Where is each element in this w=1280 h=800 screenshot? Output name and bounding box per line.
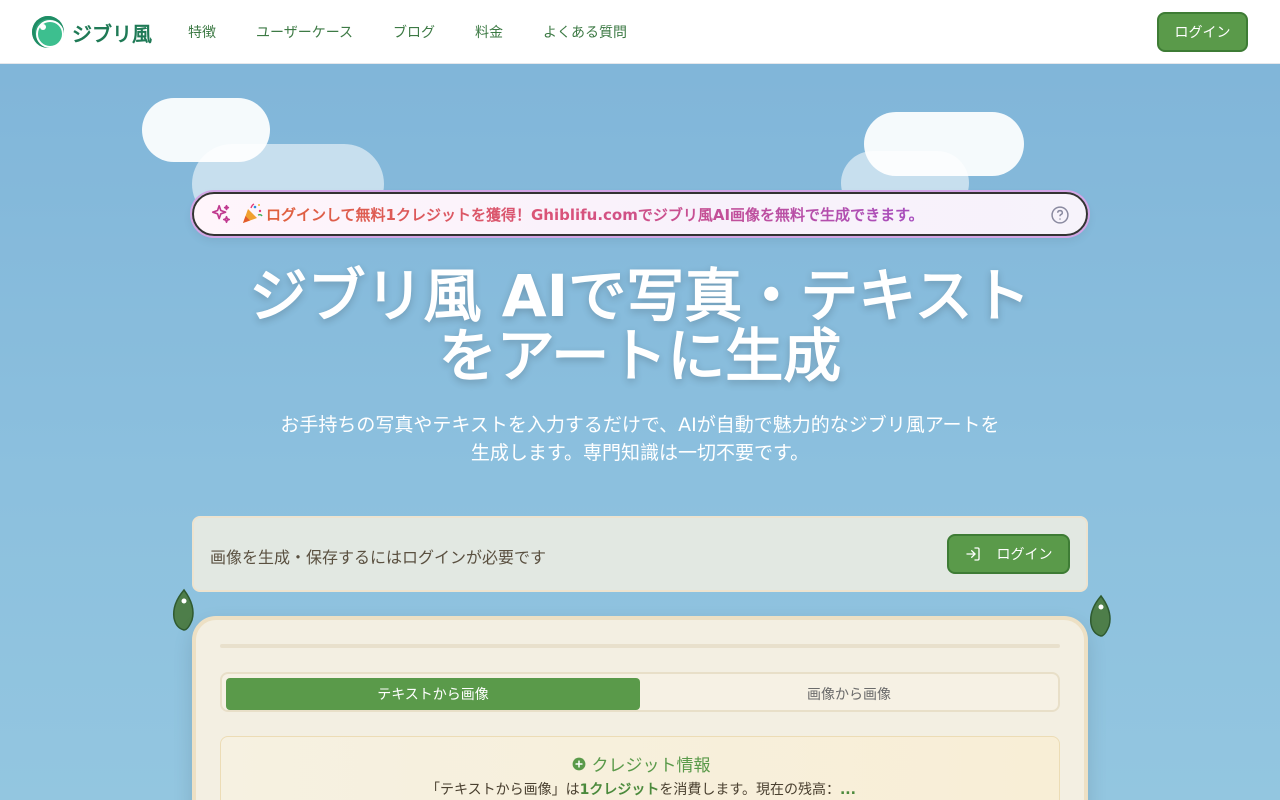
credit-title-text: クレジット情報 bbox=[591, 756, 711, 776]
credit-info-title: クレジット情報 bbox=[221, 751, 1061, 776]
hero-title-line1: ジブリ風 AIで写真・テキスト bbox=[249, 262, 1031, 330]
leaf-right-decoration bbox=[1089, 594, 1111, 637]
notice-login-button[interactable]: ログイン bbox=[947, 534, 1070, 574]
nav-item-pricing[interactable]: 料金 bbox=[475, 22, 503, 42]
hero-subtitle-line2: 生成します。専門知識は一切不要です。 bbox=[470, 442, 810, 464]
hero-subtitle-line1: お手持ちの写真やテキストを入力するだけで、AIが自動で魅力的なジブリ風アートを bbox=[280, 414, 1000, 436]
credit-desc-prefix: 「テキストから画像」は bbox=[426, 782, 580, 798]
announcement-text: ログインして無料1クレジットを獲得！Ghiblifu.comでジブリ風AI画像を… bbox=[266, 205, 924, 224]
logo-icon bbox=[32, 16, 64, 48]
sparkle-icon bbox=[211, 204, 231, 224]
brand-name: ジブリ風 bbox=[72, 21, 152, 46]
nav-item-blog[interactable]: ブログ bbox=[393, 22, 435, 42]
header-login-button[interactable]: ログイン bbox=[1157, 12, 1248, 52]
login-required-notice: 画像を生成・保存するにはログインが必要です ログイン bbox=[192, 516, 1088, 592]
credit-desc-suffix: を消費します。現在の残高： bbox=[659, 782, 840, 798]
nav-item-faq[interactable]: よくある質問 bbox=[543, 22, 627, 42]
credit-description: 「テキストから画像」は1クレジットを消費します。現在の残高：... bbox=[221, 779, 1061, 799]
tab-image-to-image[interactable]: 画像から画像 bbox=[642, 678, 1056, 710]
notice-login-label: ログイン bbox=[996, 547, 1053, 563]
brand-logo[interactable]: ジブリ風 bbox=[32, 16, 152, 48]
main-nav: 特徴 ユーザーケース ブログ 料金 よくある質問 bbox=[188, 0, 667, 64]
card-divider bbox=[220, 644, 1060, 648]
party-popper-icon bbox=[243, 203, 263, 223]
generator-card: テキストから画像 画像から画像 クレジット情報 「テキストから画像」は1クレジッ… bbox=[192, 616, 1088, 800]
mode-tabs: テキストから画像 画像から画像 bbox=[220, 672, 1060, 712]
nav-item-use-cases[interactable]: ユーザーケース bbox=[256, 22, 353, 42]
leaf-left-decoration bbox=[172, 588, 194, 631]
hero-title-line2: をアートに生成 bbox=[438, 322, 842, 390]
login-arrow-icon bbox=[965, 547, 980, 561]
credit-cost: 1クレジット bbox=[579, 782, 660, 798]
site-header: ジブリ風 特徴 ユーザーケース ブログ 料金 よくある質問 ログイン bbox=[0, 0, 1280, 64]
plus-circle-icon bbox=[572, 757, 585, 770]
tab-text-to-image[interactable]: テキストから画像 bbox=[226, 678, 640, 710]
hero-subtitle: お手持ちの写真やテキストを入力するだけで、AIが自動で魅力的なジブリ風アートを … bbox=[240, 411, 1040, 467]
credit-balance: ... bbox=[839, 782, 856, 798]
help-icon[interactable] bbox=[1050, 205, 1070, 225]
hero-title: ジブリ風 AIで写真・テキスト をアートに生成 bbox=[200, 266, 1080, 386]
announcement-banner: ログインして無料1クレジットを獲得！Ghiblifu.comでジブリ風AI画像を… bbox=[192, 192, 1088, 236]
credit-info-panel: クレジット情報 「テキストから画像」は1クレジットを消費します。現在の残高：..… bbox=[220, 736, 1060, 800]
nav-item-features[interactable]: 特徴 bbox=[188, 22, 216, 42]
login-required-text: 画像を生成・保存するにはログインが必要です bbox=[210, 548, 547, 567]
